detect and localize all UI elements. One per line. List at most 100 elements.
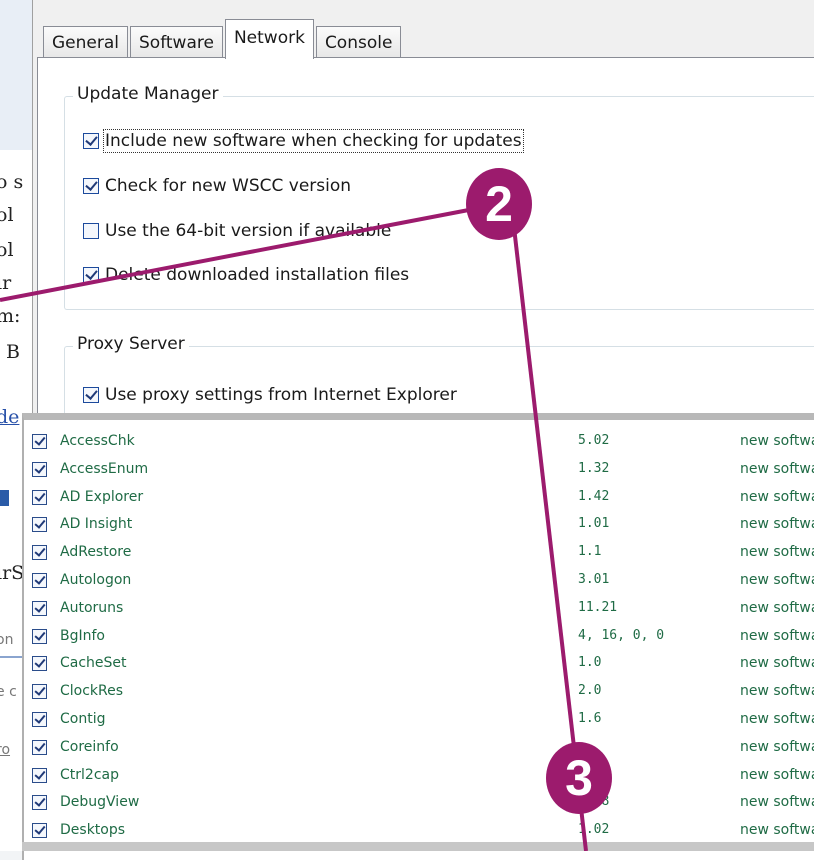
bg-text-fragment: on: [0, 632, 14, 648]
software-row[interactable]: DebugView4.78new softwa: [24, 789, 814, 816]
row-checkbox[interactable]: [32, 517, 47, 533]
software-name: AdRestore: [60, 544, 132, 561]
row-checkbox[interactable]: [32, 461, 47, 477]
software-row[interactable]: AD Insight 1.01 new softwa: [24, 511, 814, 538]
software-row[interactable]: Contig 1.6 new softwa: [24, 706, 814, 733]
software-status: new softwa: [740, 627, 814, 644]
callout-marker-3: 3: [546, 742, 612, 814]
software-row[interactable]: ClockRes 2.0 new softwa: [24, 678, 814, 705]
software-version: 1.6: [578, 711, 602, 726]
software-status: new softwa: [740, 822, 814, 839]
row-checkbox[interactable]: [32, 489, 47, 505]
row-checkbox[interactable]: [32, 712, 47, 727]
software-version: 2.0: [578, 683, 602, 699]
use-ie-proxy-option[interactable]: Use proxy settings from Internet Explore…: [83, 385, 457, 405]
tab-network[interactable]: Network: [224, 19, 314, 59]
software-name: Autoruns: [60, 599, 124, 616]
software-row[interactable]: AD Explorer 1.42 new softwa: [24, 484, 814, 511]
software-status: new softwa: [740, 766, 814, 783]
software-status: new softwa: [740, 544, 814, 561]
software-name: AccessEnum: [60, 460, 149, 477]
bg-blue-badge: [0, 490, 9, 506]
include-new-software-option[interactable]: Include new software when checking for u…: [83, 129, 524, 153]
tab-strip: General Software Network Console: [43, 18, 403, 59]
software-name: Coreinfo: [60, 738, 119, 755]
use-64bit-option[interactable]: Use the 64-bit version if available: [83, 221, 391, 241]
software-status: new softwa: [740, 738, 814, 755]
delete-downloads-checkbox[interactable]: [83, 267, 99, 283]
software-status: new softwa: [740, 460, 814, 477]
tab-console[interactable]: Console: [315, 26, 402, 58]
delete-downloads-option[interactable]: Delete downloaded installation files: [83, 265, 409, 285]
software-version: 1.02: [578, 822, 610, 838]
software-name: AccessChk: [60, 433, 135, 449]
software-row[interactable]: CacheSet 1.0 new softwa: [24, 650, 814, 677]
software-row[interactable]: AdRestore 1.1 new softwa: [24, 539, 814, 566]
software-name: Desktops: [60, 822, 126, 839]
options-dialog: General Software Network Console Update …: [32, 0, 814, 468]
software-version: 1.1: [578, 544, 602, 560]
bg-text-fragment: o s: [0, 171, 24, 193]
software-version: 1.0: [578, 655, 602, 671]
software-row[interactable]: Desktops 1.02 new softwa: [24, 817, 814, 844]
bg-text-fragment: e c: [0, 684, 17, 700]
row-checkbox[interactable]: [32, 573, 47, 588]
row-checkbox[interactable]: [32, 684, 47, 700]
use-ie-proxy-checkbox[interactable]: [83, 387, 99, 403]
bg-text-fragment: ol: [0, 239, 14, 261]
software-version: 1.42: [578, 488, 610, 504]
bg-link-fragment[interactable]: de: [0, 406, 19, 428]
option-label: Include new software when checking for u…: [103, 129, 524, 153]
software-row[interactable]: Autoruns 11.21 new softwa: [24, 595, 814, 622]
software-status: new softwa: [740, 683, 814, 700]
software-status: new softwa: [740, 599, 814, 616]
include-new-software-checkbox[interactable]: [83, 133, 99, 149]
software-row[interactable]: Coreinfo new softwa: [24, 734, 814, 761]
proxy-server-legend: Proxy Server: [73, 334, 189, 354]
list-bottom-edge: [22, 842, 814, 851]
row-checkbox[interactable]: [32, 656, 47, 672]
row-checkbox[interactable]: [32, 434, 47, 449]
bg-text-fragment: ır: [0, 272, 12, 294]
software-name: ClockRes: [60, 683, 124, 700]
software-version: 1.01: [578, 516, 610, 532]
callout-marker-2: 2: [466, 168, 532, 240]
bg-text-fragment: ol: [0, 204, 14, 226]
software-version: 3.01: [578, 572, 610, 587]
software-status: new softwa: [740, 794, 814, 811]
row-checkbox[interactable]: [32, 739, 47, 755]
software-version: 5.02: [578, 433, 610, 448]
bg-text-fragment: m:: [0, 305, 21, 327]
software-name: AD Insight: [60, 516, 133, 533]
software-row[interactable]: Autologon 3.01 new softwa: [24, 567, 814, 594]
software-status: new softwa: [740, 572, 814, 588]
row-checkbox[interactable]: [32, 823, 47, 839]
software-status: new softwa: [740, 488, 814, 505]
row-checkbox[interactable]: [32, 628, 47, 644]
use-64bit-checkbox[interactable]: [83, 223, 99, 239]
bg-text-fragment: irS: [0, 562, 25, 584]
software-name: Autologon: [60, 572, 132, 588]
software-row[interactable]: AccessEnum 1.32 new softwa: [24, 456, 814, 483]
software-row[interactable]: Ctrl2cap new softwa: [24, 762, 814, 789]
tab-software[interactable]: Software: [130, 26, 223, 58]
software-row[interactable]: AccessChk 5.02 new softwa: [24, 428, 814, 455]
software-name: Contig: [60, 711, 106, 727]
option-label: Use proxy settings from Internet Explore…: [105, 385, 457, 405]
row-checkbox[interactable]: [32, 545, 47, 561]
software-version: 1.32: [578, 460, 610, 476]
row-checkbox[interactable]: [32, 767, 47, 783]
tab-general[interactable]: General: [43, 26, 128, 58]
software-name: AD Explorer: [60, 488, 144, 505]
software-status: new softwa: [740, 711, 814, 727]
software-status: new softwa: [740, 433, 814, 449]
software-row[interactable]: BgInfo 4, 16, 0, 0 new softwa: [24, 623, 814, 650]
check-wscc-version-option[interactable]: Check for new WSCC version: [83, 176, 351, 196]
network-tab-panel: Update Manager Include new software when…: [37, 57, 814, 468]
row-checkbox[interactable]: [32, 600, 47, 616]
row-checkbox[interactable]: [32, 795, 47, 811]
software-status: new softwa: [740, 655, 814, 672]
check-wscc-version-checkbox[interactable]: [83, 178, 99, 194]
bg-link-fragment[interactable]: ro: [0, 742, 10, 758]
update-manager-group: Update Manager Include new software when…: [64, 84, 814, 310]
